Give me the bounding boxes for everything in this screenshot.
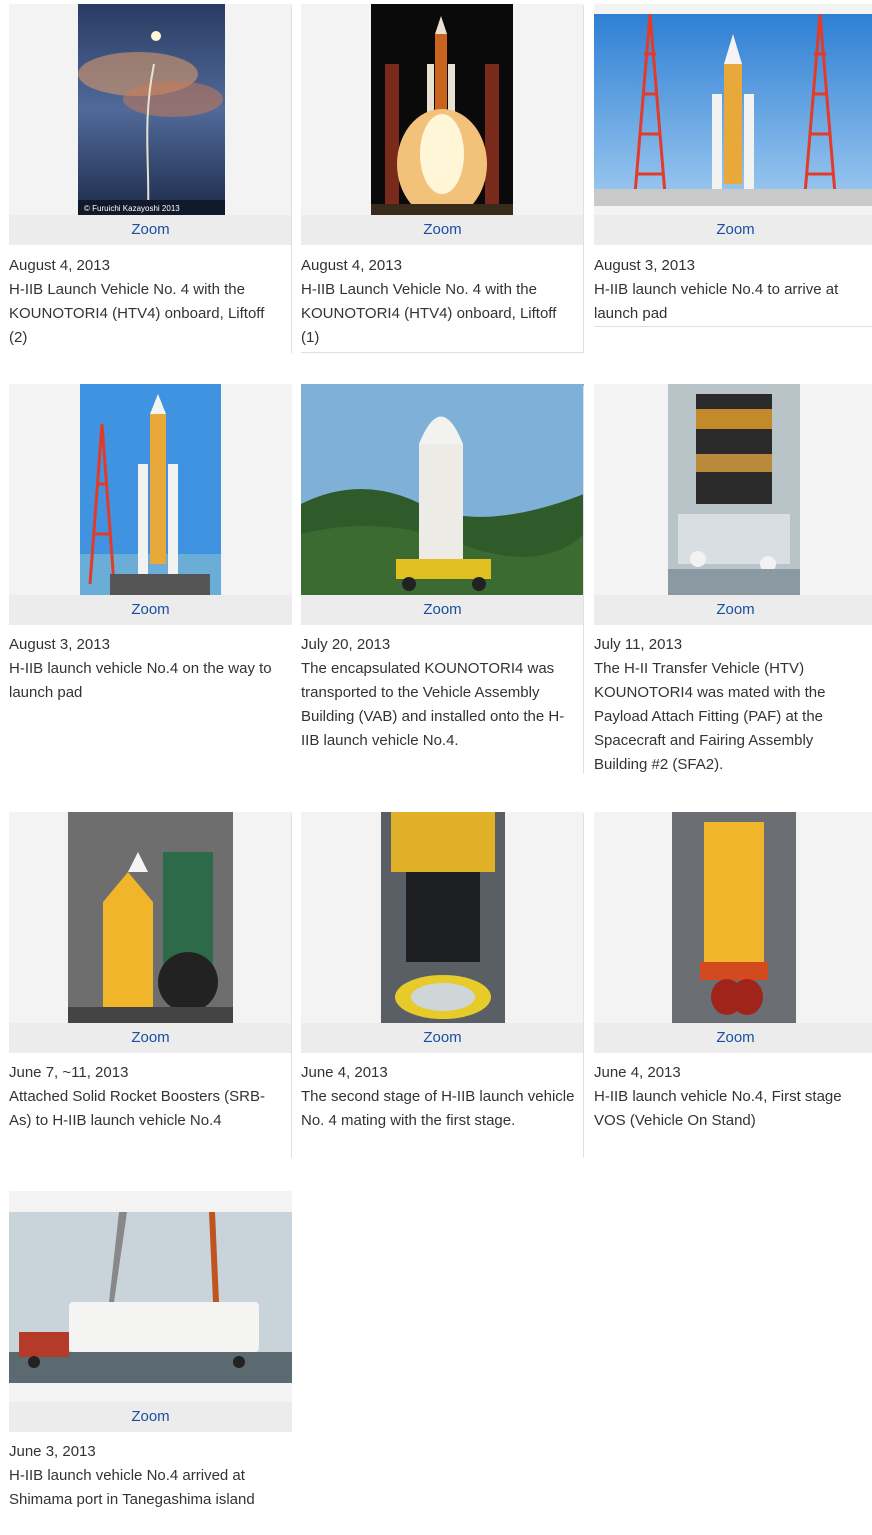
photo-frame: © Furuichi Kazayoshi 2013	[9, 4, 292, 215]
zoom-link[interactable]: Zoom	[594, 1023, 872, 1053]
divider	[301, 352, 583, 353]
divider	[594, 326, 872, 327]
item-caption[interactable]: H-IIB launch vehicle No.4 arrived at Shi…	[9, 1464, 283, 1512]
zoom-link[interactable]: Zoom	[594, 215, 872, 245]
item-date: August 4, 2013	[9, 257, 110, 274]
liftoff-night-photo[interactable]	[371, 4, 513, 215]
divider	[583, 814, 584, 1158]
item-meta: June 7, ~11, 2013 Attached Solid Rocket …	[9, 1061, 283, 1133]
item-meta: July 20, 2013 The encapsulated KOUNOTORI…	[301, 633, 575, 753]
item-date: August 3, 2013	[594, 257, 695, 274]
port-arrival-photo[interactable]	[9, 1212, 292, 1383]
photo-frame	[9, 384, 292, 595]
item-meta: August 4, 2013 H-IIB Launch Vehicle No. …	[301, 254, 575, 350]
zoom-link[interactable]: Zoom	[301, 215, 584, 245]
item-meta: June 4, 2013 H-IIB launch vehicle No.4, …	[594, 1061, 868, 1133]
item-caption[interactable]: H-IIB Launch Vehicle No. 4 with the KOUN…	[301, 278, 575, 350]
divider	[583, 6, 584, 353]
item-caption[interactable]: H-IIB launch vehicle No.4, First stage V…	[594, 1085, 868, 1133]
item-meta: August 4, 2013 H-IIB Launch Vehicle No. …	[9, 254, 283, 350]
item-caption[interactable]: H-IIB Launch Vehicle No. 4 with the KOUN…	[9, 278, 283, 350]
zoom-link[interactable]: Zoom	[9, 1402, 292, 1432]
divider	[291, 814, 292, 1158]
item-meta: June 4, 2013 The second stage of H-IIB l…	[301, 1061, 575, 1133]
rocket-arrival-photo[interactable]	[594, 14, 872, 206]
srb-attach-photo[interactable]	[68, 812, 233, 1023]
item-date: June 4, 2013	[301, 1064, 388, 1081]
item-date: June 3, 2013	[9, 1443, 96, 1460]
photo-frame	[594, 4, 872, 215]
photo-credit: © Furuichi Kazayoshi 2013	[84, 204, 180, 213]
first-stage-vos-photo[interactable]	[672, 812, 796, 1023]
photo-frame	[301, 384, 584, 595]
rocket-transport-photo[interactable]	[80, 384, 221, 595]
liftoff-night-photo[interactable]: © Furuichi Kazayoshi 2013	[78, 4, 225, 215]
zoom-link[interactable]: Zoom	[301, 1023, 584, 1053]
item-caption[interactable]: The second stage of H-IIB launch vehicle…	[301, 1085, 575, 1133]
item-caption[interactable]: H-IIB launch vehicle No.4 on the way to …	[9, 657, 283, 705]
item-date: July 11, 2013	[594, 636, 683, 653]
htv-mating-photo[interactable]	[668, 384, 800, 595]
photo-frame	[594, 812, 872, 1023]
zoom-link[interactable]: Zoom	[594, 595, 872, 625]
divider	[291, 6, 292, 353]
item-date: June 7, ~11, 2013	[9, 1064, 129, 1081]
item-caption[interactable]: H-IIB launch vehicle No.4 to arrive at l…	[594, 278, 868, 326]
item-date: August 4, 2013	[301, 257, 402, 274]
photo-frame	[594, 384, 872, 595]
item-caption[interactable]: Attached Solid Rocket Boosters (SRB-As) …	[9, 1085, 283, 1133]
photo-frame	[9, 1191, 292, 1402]
photo-frame	[301, 812, 584, 1023]
zoom-link[interactable]: Zoom	[9, 595, 292, 625]
zoom-link[interactable]: Zoom	[9, 1023, 292, 1053]
item-caption[interactable]: The H-II Transfer Vehicle (HTV) KOUNOTOR…	[594, 657, 868, 777]
item-date: June 4, 2013	[594, 1064, 681, 1081]
photo-frame	[9, 812, 292, 1023]
item-date: July 20, 2013	[301, 636, 391, 653]
divider	[583, 386, 584, 774]
photo-frame	[301, 4, 584, 215]
second-stage-photo[interactable]	[381, 812, 505, 1023]
item-date: August 3, 2013	[9, 636, 110, 653]
zoom-link[interactable]: Zoom	[301, 595, 584, 625]
item-caption[interactable]: The encapsulated KOUNOTORI4 was transpor…	[301, 657, 575, 753]
item-meta: July 11, 2013 The H-II Transfer Vehicle …	[594, 633, 868, 777]
zoom-link[interactable]: Zoom	[9, 215, 292, 245]
fairing-transport-photo[interactable]	[301, 384, 584, 595]
item-meta: August 3, 2013 H-IIB launch vehicle No.4…	[9, 633, 283, 705]
item-meta: August 3, 2013 H-IIB launch vehicle No.4…	[594, 254, 868, 326]
item-meta: June 3, 2013 H-IIB launch vehicle No.4 a…	[9, 1440, 283, 1512]
